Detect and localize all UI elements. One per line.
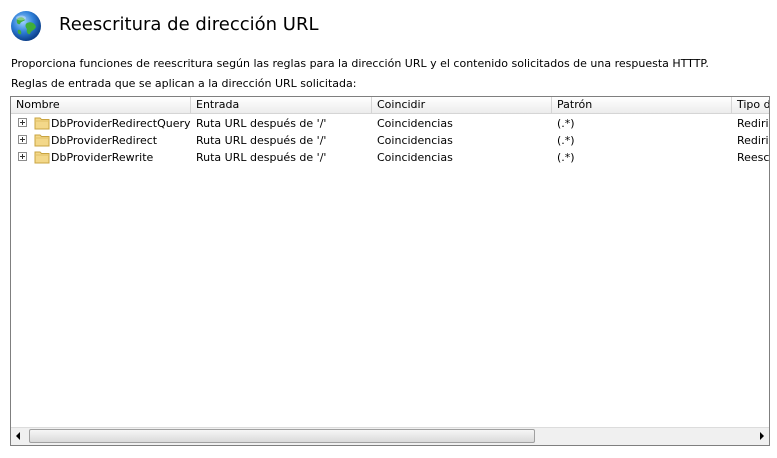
column-header-tipo[interactable]: Tipo de [732, 97, 769, 113]
rules-list[interactable]: Nombre Entrada Coincidir Patrón Tipo de … [10, 96, 770, 446]
folder-icon [34, 151, 50, 164]
column-headers: Nombre Entrada Coincidir Patrón Tipo de [11, 97, 769, 114]
page-header: Reescritura de dirección URL [8, 8, 768, 44]
rules-caption: Reglas de entrada que se aplican a la di… [11, 77, 357, 90]
rule-match: Coincidencias [377, 151, 453, 164]
rule-row[interactable]: DbProviderRedirectQuery Ruta URL después… [11, 115, 769, 132]
rule-pattern: (.*) [557, 134, 575, 147]
rule-name: DbProviderRewrite [51, 151, 154, 164]
rule-name: DbProviderRedirectQuery [51, 117, 191, 130]
rule-row[interactable]: DbProviderRedirect Ruta URL después de '… [11, 132, 769, 149]
rule-pattern: (.*) [557, 151, 575, 164]
scroll-right-button[interactable] [752, 428, 769, 445]
scroll-left-arrow-icon [16, 432, 20, 440]
rule-match: Coincidencias [377, 134, 453, 147]
rule-input: Ruta URL después de '/' [196, 151, 327, 164]
scroll-left-button[interactable] [11, 428, 28, 445]
rule-type: Redirig [737, 117, 769, 130]
rule-input: Ruta URL después de '/' [196, 117, 327, 130]
rule-type: Reescri [737, 151, 770, 164]
horizontal-scrollbar[interactable] [11, 427, 769, 445]
column-header-coincidir[interactable]: Coincidir [372, 97, 552, 113]
rule-type: Redirig [737, 134, 769, 147]
rule-input: Ruta URL después de '/' [196, 134, 327, 147]
rule-row[interactable]: DbProviderRewrite Ruta URL después de '/… [11, 149, 770, 166]
expand-plus-icon[interactable] [18, 152, 27, 161]
page-description: Proporciona funciones de reescritura seg… [11, 57, 709, 70]
globe-icon [11, 11, 41, 41]
column-header-nombre[interactable]: Nombre [11, 97, 191, 113]
rule-match: Coincidencias [377, 117, 453, 130]
scroll-right-arrow-icon [760, 432, 764, 440]
scrollbar-thumb[interactable] [29, 429, 535, 443]
folder-icon [34, 117, 50, 130]
expand-plus-icon[interactable] [18, 118, 27, 127]
rule-name: DbProviderRedirect [51, 134, 158, 147]
column-header-entrada[interactable]: Entrada [191, 97, 372, 113]
rule-pattern: (.*) [557, 117, 575, 130]
column-header-patron[interactable]: Patrón [552, 97, 732, 113]
expand-plus-icon[interactable] [18, 135, 27, 144]
page-title: Reescritura de dirección URL [59, 14, 319, 35]
folder-icon [34, 134, 50, 147]
